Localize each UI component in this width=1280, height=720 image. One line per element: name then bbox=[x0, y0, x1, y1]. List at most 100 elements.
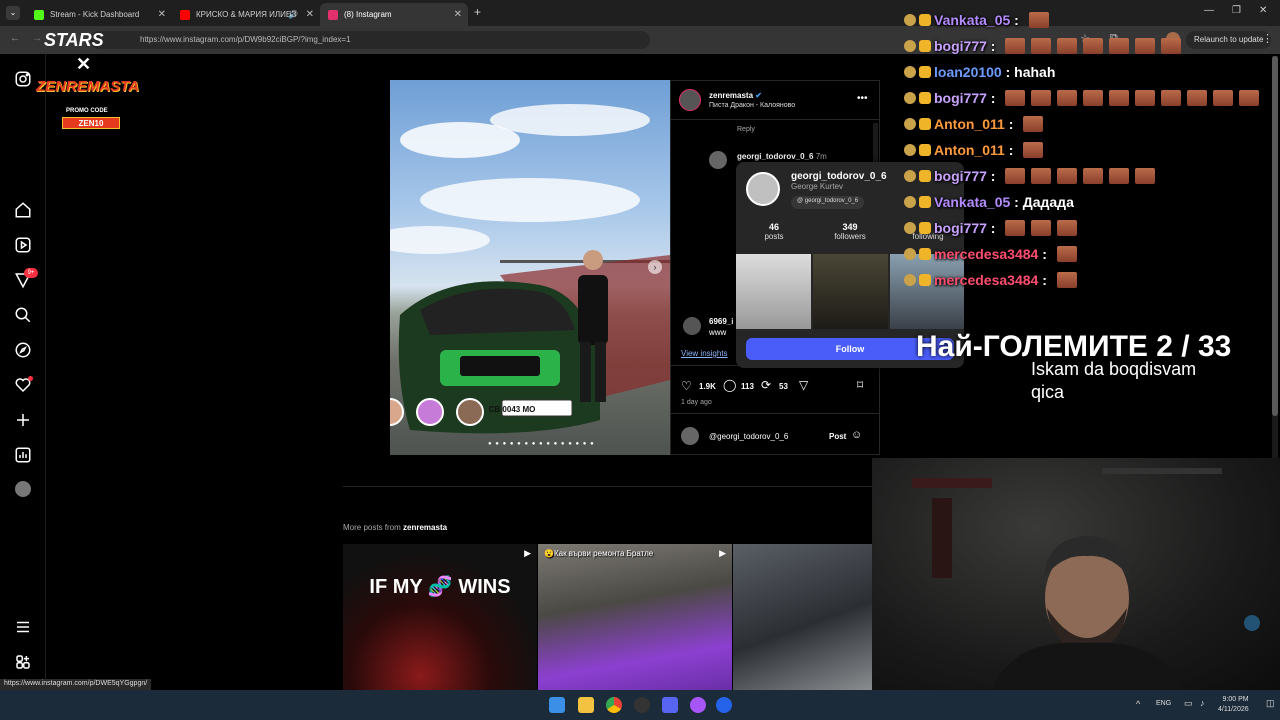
network-icon[interactable]: ▭ bbox=[1184, 698, 1193, 709]
comment-author[interactable]: georgi_todorov_0_6 7m bbox=[737, 152, 827, 161]
chat-message: loan20100 : hahah bbox=[904, 61, 1055, 83]
comment-input[interactable]: @georgi_todorov_0_6 bbox=[709, 432, 788, 441]
maximize-icon[interactable]: ❐ bbox=[1232, 5, 1241, 16]
chat-message: bogi777 : bbox=[904, 217, 1078, 239]
hovercard-thumb[interactable] bbox=[736, 254, 811, 329]
next-image-chevron-icon[interactable]: › bbox=[648, 260, 662, 274]
minimize-icon[interactable]: — bbox=[1204, 5, 1214, 16]
clock[interactable]: 9:00 PM 4/11/2026 bbox=[1218, 695, 1249, 715]
discord-icon[interactable] bbox=[662, 697, 678, 713]
back-icon[interactable]: ← bbox=[10, 33, 20, 44]
start-menu-icon[interactable] bbox=[549, 697, 565, 713]
instagram-favicon-icon bbox=[328, 9, 338, 20]
reels-icon[interactable] bbox=[14, 236, 32, 254]
app-icon[interactable] bbox=[690, 697, 706, 713]
chat-message: bogi777 : bbox=[904, 87, 1260, 109]
post-image[interactable]: CB 0043 MO › ● ● ● ● ● ● ● ● ● ● ● ● ● ●… bbox=[390, 80, 670, 455]
tray-chevron-icon[interactable]: ^ bbox=[1136, 699, 1140, 709]
more-post-thumb[interactable]: ▶ IF MY 🧬 WINS bbox=[343, 544, 537, 690]
tab-instagram[interactable]: (8) Instagram ✕ bbox=[320, 3, 468, 26]
explore-icon[interactable] bbox=[14, 341, 32, 359]
more-post-thumb[interactable]: ▶ 😮Как върви ремонта Братле bbox=[538, 544, 732, 690]
dashboard-icon[interactable] bbox=[14, 446, 32, 464]
app-icon[interactable] bbox=[716, 697, 732, 713]
subscriber-badge-icon bbox=[919, 92, 931, 104]
language-indicator[interactable]: ENG bbox=[1156, 700, 1171, 707]
view-insights-link[interactable]: View insights bbox=[681, 349, 728, 358]
more-menu-icon[interactable] bbox=[14, 618, 32, 636]
chat-badge-icon bbox=[904, 14, 916, 26]
post-location[interactable]: Писта Дракон - Калояново bbox=[709, 102, 795, 109]
notifications-icon[interactable]: ◫ bbox=[1266, 698, 1275, 709]
reel-icon: ▶ bbox=[719, 548, 726, 558]
hovercard-thumb[interactable] bbox=[890, 254, 964, 329]
chat-emote-icon bbox=[1135, 168, 1156, 184]
instagram-logo-icon[interactable] bbox=[14, 70, 32, 88]
chat-separator: : bbox=[1004, 116, 1018, 132]
chat-username: bogi777 bbox=[934, 168, 987, 184]
browser-menu-icon[interactable]: ⋮ bbox=[1262, 32, 1273, 45]
threads-handle-pill[interactable]: @ georgi_todorov_0_6 bbox=[791, 196, 865, 209]
close-tab-icon[interactable]: ✕ bbox=[454, 9, 462, 20]
relaunch-button[interactable]: Relaunch to update bbox=[1186, 31, 1272, 49]
repost-icon[interactable]: ⟳ bbox=[761, 378, 771, 392]
followers-stat[interactable]: 349 followers bbox=[826, 222, 874, 241]
comment-icon[interactable]: ◯ bbox=[723, 378, 736, 392]
search-icon[interactable] bbox=[14, 306, 32, 324]
share-icon[interactable]: ▽ bbox=[799, 378, 808, 392]
chat-emote-icon bbox=[1005, 168, 1026, 184]
divider bbox=[671, 119, 879, 120]
speaker-icon[interactable]: 🔊 bbox=[288, 10, 298, 19]
chat-separator: : bbox=[986, 220, 1000, 236]
obs-icon[interactable] bbox=[634, 697, 650, 713]
new-tab-icon[interactable]: + bbox=[474, 5, 481, 19]
chat-emote-icon bbox=[1031, 38, 1052, 54]
commenter-avatar[interactable] bbox=[683, 317, 701, 335]
post-options-icon[interactable]: ••• bbox=[857, 93, 868, 104]
also-from-meta-icon[interactable] bbox=[14, 653, 32, 671]
thumb2-text: 😮Как върви ремонта Братле bbox=[544, 549, 654, 558]
more-posts-prefix: More posts from bbox=[343, 523, 401, 532]
file-explorer-icon[interactable] bbox=[578, 697, 594, 713]
chrome-icon[interactable] bbox=[606, 697, 622, 713]
avatar[interactable] bbox=[456, 398, 484, 426]
hovercard-username[interactable]: georgi_todorov_0_6 bbox=[791, 171, 887, 182]
reply-link[interactable]: Reply bbox=[737, 126, 755, 133]
chat-badge-icon bbox=[904, 222, 916, 234]
comment-author-text: georgi_todorov_0_6 bbox=[737, 152, 814, 161]
partial-comment-user[interactable]: 6969_i bbox=[709, 317, 733, 326]
close-tab-icon[interactable]: ✕ bbox=[158, 9, 166, 20]
save-bookmark-icon[interactable]: ⌑ bbox=[857, 378, 863, 392]
tab-kick-dashboard[interactable]: Stream - Kick Dashboard ✕ bbox=[26, 3, 172, 26]
like-button[interactable]: ♡ bbox=[681, 379, 692, 393]
volume-icon[interactable]: ♪ bbox=[1200, 698, 1205, 708]
chat-separator: : bbox=[1010, 12, 1023, 28]
status-url-text: https://www.instagram.com/p/DWE5qYGgpgn/ bbox=[4, 680, 148, 687]
chat-message: bogi777 : bbox=[904, 35, 1182, 57]
close-tab-icon[interactable]: ✕ bbox=[306, 9, 314, 20]
hovercard-thumb[interactable] bbox=[813, 254, 888, 329]
home-icon[interactable] bbox=[14, 201, 32, 219]
relaunch-label: Relaunch to update bbox=[1194, 35, 1264, 44]
tab-list-chevron-icon[interactable]: ⌄ bbox=[6, 6, 20, 20]
create-icon[interactable] bbox=[14, 411, 32, 429]
avatar[interactable] bbox=[390, 398, 404, 426]
author-avatar[interactable] bbox=[679, 89, 701, 111]
followers-label: followers bbox=[834, 232, 866, 241]
chat-message: Vankata_05 : bbox=[904, 9, 1049, 31]
tab-youtube[interactable]: КРИСКО & МАРИЯ ИЛИЕВ 🔊 ✕ bbox=[172, 3, 320, 26]
stars-logo: STARS bbox=[44, 30, 104, 51]
scrollbar-thumb[interactable] bbox=[1272, 56, 1278, 416]
avatar[interactable] bbox=[416, 398, 444, 426]
hovercard-avatar[interactable] bbox=[746, 172, 780, 206]
author-username[interactable]: zenremasta ✔ bbox=[709, 91, 762, 100]
emoji-icon[interactable]: ☺ bbox=[851, 429, 862, 441]
chat-badge-icon bbox=[904, 144, 916, 156]
commenter-avatar[interactable] bbox=[709, 151, 727, 169]
more-posts-user[interactable]: zenremasta bbox=[403, 523, 447, 532]
post-comment-button[interactable]: Post bbox=[829, 432, 846, 441]
url-field[interactable]: https://www.instagram.com/p/DW9b92ciBGP/… bbox=[90, 31, 650, 49]
profile-avatar[interactable] bbox=[15, 481, 31, 497]
close-window-icon[interactable]: ✕ bbox=[1259, 5, 1267, 16]
more-post-thumb[interactable] bbox=[733, 544, 873, 690]
